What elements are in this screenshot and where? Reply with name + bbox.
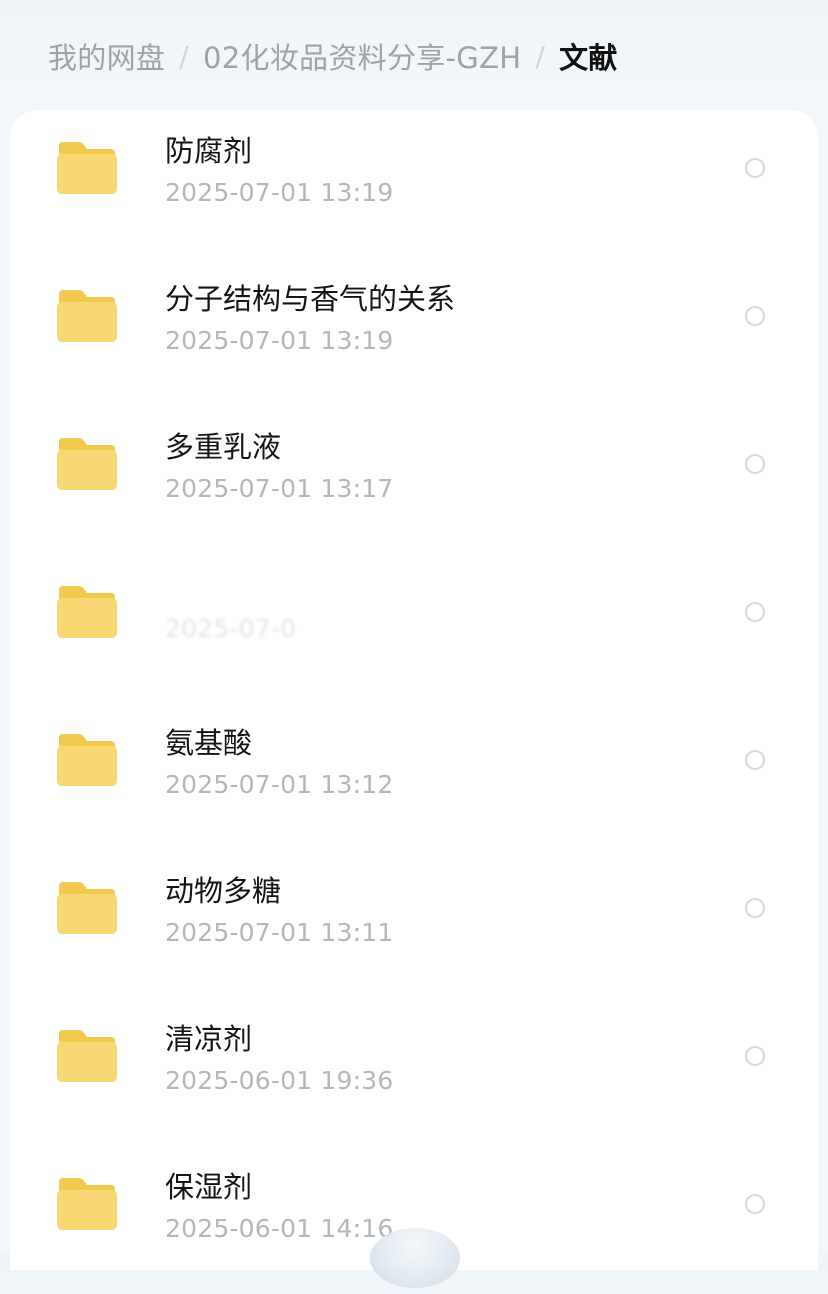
file-name: 动物多糖 xyxy=(165,874,282,908)
folder-icon xyxy=(57,586,117,638)
breadcrumb-current: 文献 xyxy=(559,41,618,75)
file-name: 分子结构与香气的关系 xyxy=(165,282,456,316)
folder-icon xyxy=(57,438,117,490)
list-item[interactable]: 清凉剂 2025-06-01 19:36 xyxy=(10,998,818,1146)
folder-icon xyxy=(57,734,117,786)
breadcrumb-parent[interactable]: 02化妆品资料分享-GZH xyxy=(203,35,521,77)
file-time: 2025-06-01 14:16 xyxy=(165,1214,394,1243)
select-radio[interactable] xyxy=(745,454,765,474)
file-name: 防腐剂 xyxy=(165,134,253,168)
file-browser-page: 我的网盘 / 02化妆品资料分享-GZH / 文献 防腐剂 2025-07-01… xyxy=(0,0,828,1288)
file-time: 2025-07-01 13:19 xyxy=(165,326,394,355)
file-time: 2025-07-01 13:17 xyxy=(165,474,394,503)
list-item[interactable]: 多重乳液 2025-07-01 13:17 xyxy=(10,406,818,554)
file-time: 2025-07-01 13:11 xyxy=(165,918,394,947)
folder-icon xyxy=(57,1178,117,1230)
file-time: 2025-06-01 19:36 xyxy=(165,1066,394,1095)
folder-icon xyxy=(57,1030,117,1082)
list-item[interactable]: 分子结构与香气的关系 2025-07-01 13:19 xyxy=(10,258,818,406)
breadcrumb-separator: / xyxy=(179,39,189,73)
list-item[interactable]: 2025-07-0 xyxy=(10,554,818,702)
select-radio[interactable] xyxy=(745,602,765,622)
breadcrumb-root[interactable]: 我的网盘 xyxy=(48,35,165,77)
file-name: 清凉剂 xyxy=(165,1022,253,1056)
select-radio[interactable] xyxy=(745,306,765,326)
select-radio[interactable] xyxy=(745,158,765,178)
breadcrumb-separator: / xyxy=(535,39,546,73)
file-name: 多重乳液 xyxy=(165,430,282,464)
file-time: 2025-07-0 xyxy=(165,614,297,643)
list-item[interactable]: 动物多糖 2025-07-01 13:11 xyxy=(10,850,818,998)
file-name: 氨基酸 xyxy=(165,726,253,760)
folder-icon xyxy=(57,142,117,194)
breadcrumb: 我的网盘 / 02化妆品资料分享-GZH / 文献 xyxy=(48,28,618,84)
list-item[interactable]: 防腐剂 2025-07-01 13:19 xyxy=(10,110,818,258)
select-radio[interactable] xyxy=(745,750,765,770)
file-time: 2025-07-01 13:12 xyxy=(165,770,394,799)
file-time: 2025-07-01 13:19 xyxy=(165,178,394,207)
select-radio[interactable] xyxy=(745,1046,765,1066)
file-list-card: 防腐剂 2025-07-01 13:19 分子结构与香气的关系 2025-07-… xyxy=(10,110,818,1270)
file-name: 保湿剂 xyxy=(165,1170,253,1204)
folder-icon xyxy=(57,290,117,342)
select-radio[interactable] xyxy=(745,898,765,918)
folder-icon xyxy=(57,882,117,934)
select-radio[interactable] xyxy=(745,1194,765,1214)
floating-action-button[interactable] xyxy=(370,1228,460,1288)
list-item[interactable]: 氨基酸 2025-07-01 13:12 xyxy=(10,702,818,850)
